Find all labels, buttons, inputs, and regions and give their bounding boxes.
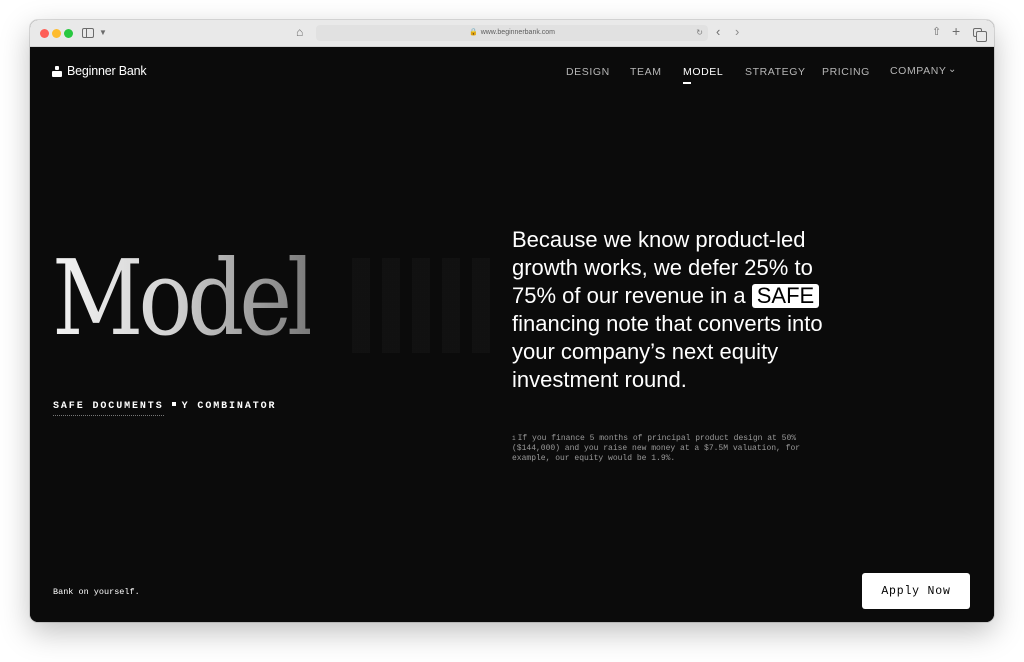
share-icon[interactable]: ⇧: [932, 25, 941, 39]
address-bar[interactable]: 🔒 www.beginnerbank.com ↻: [316, 25, 708, 41]
tab-overview-icon[interactable]: [973, 28, 987, 42]
hero-description: Because we know product-led growth works…: [512, 226, 832, 394]
nav-item-pricing[interactable]: PRICING: [822, 66, 870, 78]
nav-item-design[interactable]: DESIGN: [566, 66, 610, 78]
sidebar-toggle-icon[interactable]: [82, 28, 94, 38]
minimize-window-button[interactable]: [52, 29, 61, 38]
chevron-down-icon[interactable]: ▼: [99, 26, 107, 40]
safe-badge: SAFE: [751, 284, 820, 308]
lock-icon: 🔒: [468, 29, 478, 36]
nav-item-team[interactable]: TEAM: [630, 66, 662, 78]
hero-title: Model: [52, 237, 492, 359]
hero-title-text: Model: [52, 237, 316, 359]
safe-documents-link[interactable]: SAFE DOCUMENTS: [53, 401, 164, 416]
reload-icon[interactable]: ↻: [696, 25, 703, 41]
hero-text-part-2: financing note that converts into your c…: [512, 311, 823, 392]
forward-icon[interactable]: ›: [735, 25, 739, 39]
url-text: www.beginnerbank.com: [480, 29, 556, 36]
footnote-text: If you finance 5 months of principal pro…: [512, 434, 801, 463]
logo-text: Beginner Bank: [67, 64, 147, 78]
chevron-down-icon[interactable]: ⌄: [948, 64, 956, 75]
apply-now-button[interactable]: Apply Now: [862, 573, 970, 609]
close-window-button[interactable]: [40, 29, 49, 38]
active-nav-indicator: [683, 82, 691, 84]
nav-item-strategy[interactable]: STRATEGY: [745, 66, 806, 78]
web-page: Beginner Bank DESIGN TEAM MODEL STRATEGY…: [30, 48, 994, 622]
nav-item-model[interactable]: MODEL: [683, 66, 723, 78]
footnote-marker: 1: [512, 435, 516, 442]
browser-window: ▼ ⌂ 🔒 www.beginnerbank.com ↻ ‹ › ⇧ + Begi…: [30, 20, 994, 622]
decorative-stripes: [352, 258, 492, 353]
nav-item-company[interactable]: COMPANY: [890, 65, 947, 77]
browser-toolbar: ▼ ⌂ 🔒 www.beginnerbank.com ↻ ‹ › ⇧ +: [30, 20, 994, 47]
bank-logo-icon: [52, 65, 62, 77]
home-icon[interactable]: ⌂: [296, 25, 303, 39]
slogan: Bank on yourself.: [53, 587, 140, 597]
site-logo[interactable]: Beginner Bank: [52, 64, 147, 78]
footnote: 1 If you finance 5 months of principal pr…: [512, 434, 822, 464]
new-tab-icon[interactable]: +: [952, 24, 960, 38]
hero-tagline: SAFE DOCUMENTS Y COMBINATOR: [53, 401, 277, 416]
square-bullet-icon: [171, 402, 176, 407]
back-icon[interactable]: ‹: [716, 25, 720, 39]
zoom-window-button[interactable]: [64, 29, 73, 38]
y-combinator-label: Y COMBINATOR: [181, 401, 277, 412]
